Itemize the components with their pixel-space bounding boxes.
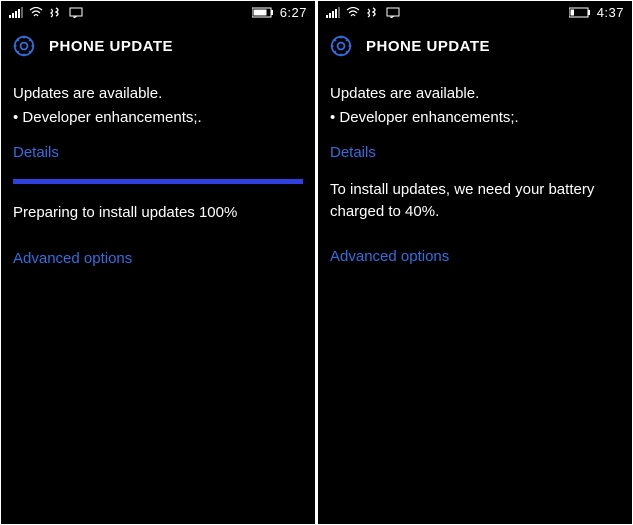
wifi-icon bbox=[346, 7, 360, 18]
page-header: PHONE UPDATE bbox=[318, 23, 632, 83]
content-area: Updates are available. • Developer enhan… bbox=[318, 83, 632, 283]
updates-available-text: Updates are available. bbox=[13, 83, 303, 105]
vibrate-icon bbox=[49, 7, 63, 18]
signal-icon bbox=[326, 7, 340, 18]
update-item: • Developer enhancements;. bbox=[13, 109, 303, 126]
wifi-icon bbox=[29, 7, 43, 18]
signal-icon bbox=[9, 7, 23, 18]
progress-bar bbox=[13, 179, 303, 184]
notification-icon bbox=[69, 7, 83, 18]
update-item: • Developer enhancements;. bbox=[330, 109, 620, 126]
clock: 6:27 bbox=[280, 5, 307, 20]
status-bar: 6:27 bbox=[1, 1, 315, 23]
status-icons-left bbox=[9, 7, 83, 18]
status-icons-right: 6:27 bbox=[252, 5, 307, 20]
status-bar: 4:37 bbox=[318, 1, 632, 23]
vibrate-icon bbox=[366, 7, 380, 18]
page-title: PHONE UPDATE bbox=[366, 38, 490, 55]
content-area: Updates are available. • Developer enhan… bbox=[1, 83, 315, 285]
page-header: PHONE UPDATE bbox=[1, 23, 315, 83]
notification-icon bbox=[386, 7, 400, 18]
details-link[interactable]: Details bbox=[13, 144, 303, 161]
status-text: Preparing to install updates 100% bbox=[13, 202, 303, 224]
gear-icon bbox=[328, 33, 354, 59]
status-icons-left bbox=[326, 7, 400, 18]
battery-icon bbox=[252, 7, 274, 18]
phone-screen-right: 4:37 PHONE UPDATE Updates are available.… bbox=[318, 1, 632, 524]
advanced-options-link[interactable]: Advanced options bbox=[13, 250, 303, 267]
battery-warning-text: To install updates, we need your battery… bbox=[330, 179, 620, 223]
phone-screen-left: 6:27 PHONE UPDATE Updates are available.… bbox=[1, 1, 315, 524]
updates-available-text: Updates are available. bbox=[330, 83, 620, 105]
clock: 4:37 bbox=[597, 5, 624, 20]
details-link[interactable]: Details bbox=[330, 144, 620, 161]
page-title: PHONE UPDATE bbox=[49, 38, 173, 55]
gear-icon bbox=[11, 33, 37, 59]
advanced-options-link[interactable]: Advanced options bbox=[330, 248, 620, 265]
status-icons-right: 4:37 bbox=[569, 5, 624, 20]
battery-low-icon bbox=[569, 7, 591, 18]
